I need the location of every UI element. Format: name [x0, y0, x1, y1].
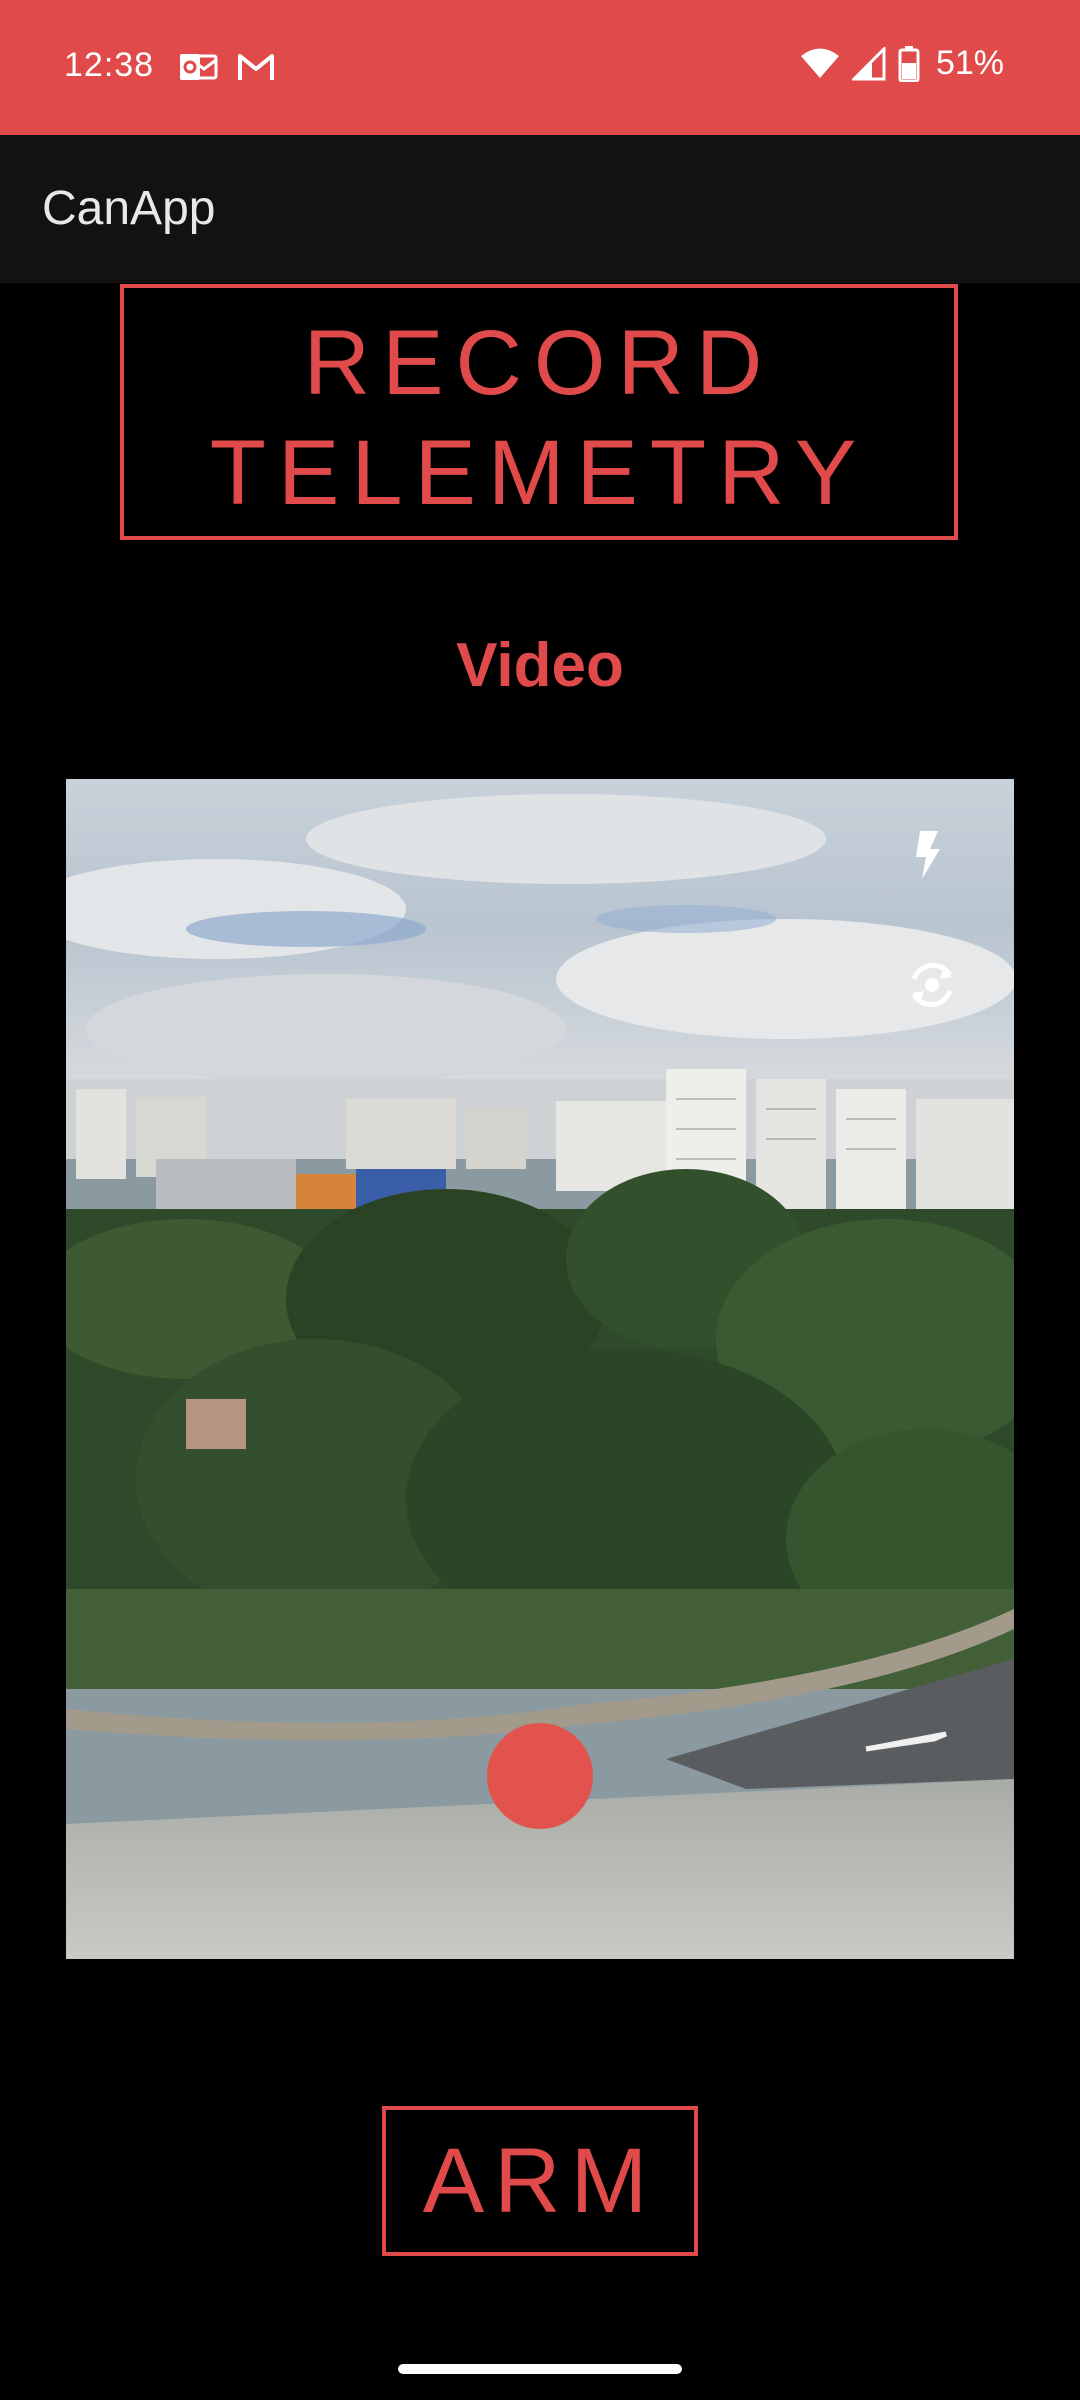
- flip-camera-icon[interactable]: [904, 957, 960, 1013]
- arm-button[interactable]: ARM: [382, 2106, 698, 2256]
- battery-percentage: 51%: [935, 44, 1004, 82]
- record-button-line1: RECORD: [303, 312, 775, 414]
- record-video-shutter-button[interactable]: [487, 1723, 593, 1829]
- home-indicator[interactable]: [398, 2364, 682, 2374]
- record-telemetry-button[interactable]: RECORD TELEMETRY: [120, 284, 958, 540]
- notification-icons: [178, 50, 276, 84]
- battery-icon: [898, 45, 920, 82]
- record-button-line2: TELEMETRY: [209, 422, 869, 524]
- gmail-notification-icon: [238, 54, 274, 80]
- app-bar: CanApp: [0, 135, 1080, 283]
- app-title: CanApp: [42, 182, 216, 235]
- cell-signal-icon: [851, 46, 886, 80]
- video-section-label: Video: [456, 631, 624, 700]
- wifi-icon: [800, 48, 839, 78]
- status-time: 12:38: [64, 46, 155, 84]
- status-bar: 12:38 51%: [0, 0, 1080, 135]
- camera-preview[interactable]: [66, 779, 1014, 1959]
- outlook-notification-icon: [180, 54, 218, 80]
- system-icons: 51%: [800, 44, 1004, 83]
- flash-icon[interactable]: [910, 829, 946, 881]
